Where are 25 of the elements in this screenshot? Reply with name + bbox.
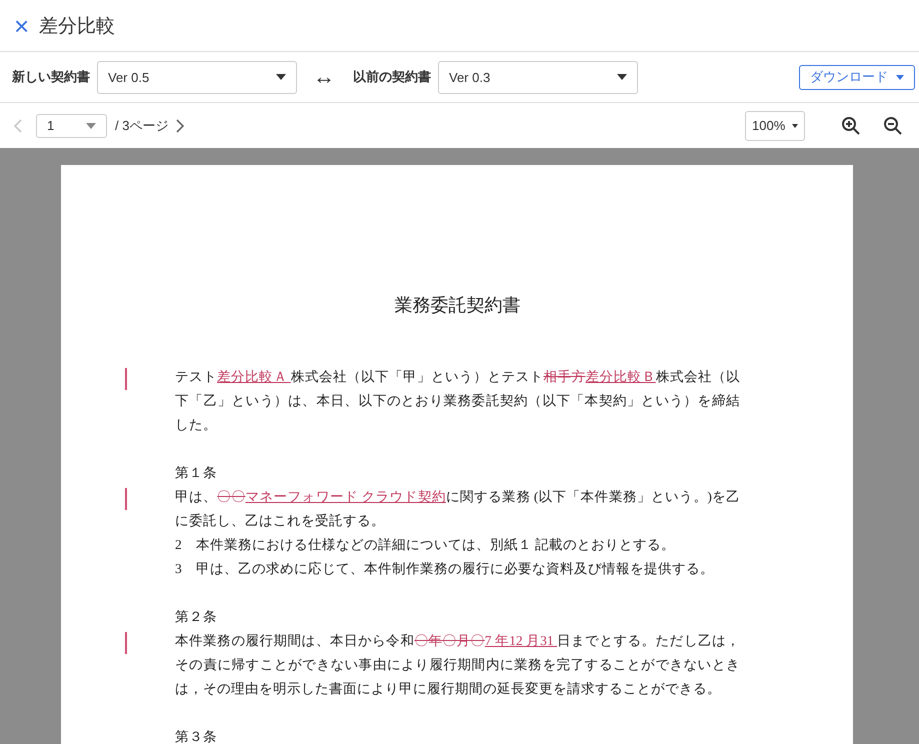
article-heading: 第１条 [175, 464, 218, 482]
change-marker [125, 632, 126, 654]
old-version-select[interactable]: Ver 0.3 [438, 60, 638, 94]
paragraph: 2 本件業務における仕様などの詳細については、別紙１ 記載のとおりとする。 [175, 536, 676, 554]
zoom-out-icon[interactable] [883, 116, 903, 136]
close-button[interactable]: × [14, 12, 30, 38]
new-version-select[interactable]: Ver 0.5 [97, 60, 297, 94]
article-heading: 第２条 [175, 608, 218, 626]
change-marker [125, 368, 126, 390]
paragraph: テスト 差分比較Ａ 株式会社（以下「甲」という）とテスト 相手方差分比較Ｂ 株式会社（以下「乙」という）は、本日、以下のとおり業務委託契約（以下「本契約」という）を締結した。 [175, 368, 740, 434]
page-select[interactable]: 1 [36, 114, 107, 138]
swap-icon: ↔ [313, 64, 335, 90]
zoom-select[interactable]: 100% [745, 110, 805, 140]
zoom-in-icon[interactable] [841, 116, 861, 136]
change-marker [125, 488, 126, 510]
article-heading: 第３条 [175, 728, 218, 744]
window-title: 差分比較 [39, 14, 116, 38]
paragraph: 3 甲は、乙の求めに応じて、本件制作業務の履行に必要な資料及び情報を提供する。 [175, 560, 715, 578]
page-count: / 3ページ [115, 116, 168, 134]
old-contract-label: 以前の契約書 [353, 68, 431, 86]
paragraph: 本件業務の履行期間は、本日から令和〇年〇月〇7 年12 月31 日までとする。ただし乙は，その責に帰すことができない事由により履行期間内に業務を完了することができないときは，その理由を明示した書面により甲に履行期間の延長変更を請求することができる。 [175, 632, 740, 698]
new-contract-label: 新しい契約書 [12, 68, 90, 86]
document-title: 業務委託契約書 [394, 294, 522, 317]
next-page-icon[interactable] [176, 118, 184, 132]
download-button[interactable]: ダウンロード [799, 64, 915, 90]
